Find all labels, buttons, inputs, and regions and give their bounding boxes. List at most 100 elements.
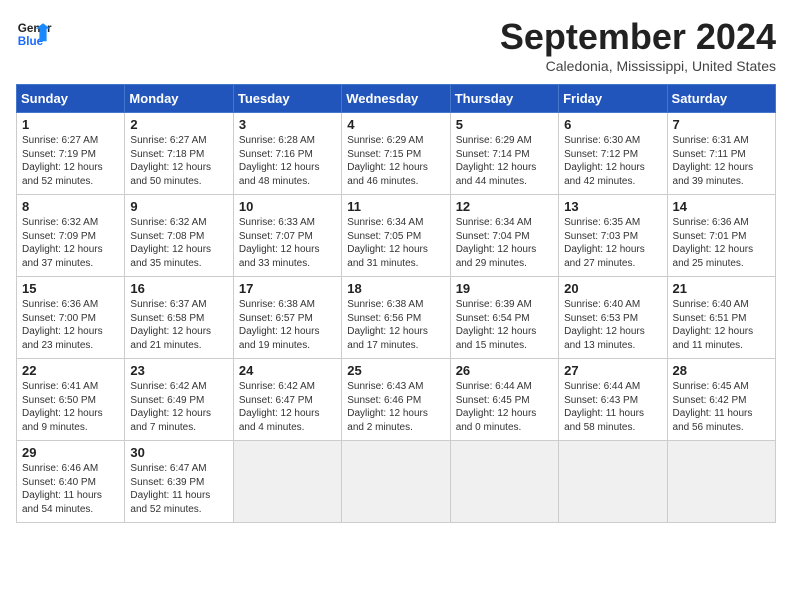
day-number: 2 xyxy=(130,117,227,132)
calendar-cell: 10 Sunrise: 6:33 AM Sunset: 7:07 PM Dayli… xyxy=(233,195,341,277)
calendar-cell: 19 Sunrise: 6:39 AM Sunset: 6:54 PM Dayli… xyxy=(450,277,558,359)
day-info: Sunrise: 6:39 AM Sunset: 6:54 PM Dayligh… xyxy=(456,298,553,352)
day-number: 22 xyxy=(22,363,119,378)
day-info: Sunrise: 6:29 AM Sunset: 7:14 PM Dayligh… xyxy=(456,134,553,188)
calendar-cell: 29 Sunrise: 6:46 AM Sunset: 6:40 PM Dayli… xyxy=(17,441,125,523)
month-title: September 2024 xyxy=(500,16,776,58)
day-info: Sunrise: 6:28 AM Sunset: 7:16 PM Dayligh… xyxy=(239,134,336,188)
day-number: 7 xyxy=(673,117,770,132)
day-info: Sunrise: 6:29 AM Sunset: 7:15 PM Dayligh… xyxy=(347,134,444,188)
weekday-header: Saturday xyxy=(667,85,775,113)
day-info: Sunrise: 6:36 AM Sunset: 7:01 PM Dayligh… xyxy=(673,216,770,270)
day-number: 17 xyxy=(239,281,336,296)
calendar-cell: 3 Sunrise: 6:28 AM Sunset: 7:16 PM Daylig… xyxy=(233,113,341,195)
day-number: 28 xyxy=(673,363,770,378)
weekday-header: Sunday xyxy=(17,85,125,113)
calendar-cell: 21Sunrise: 6:40 AM Sunset: 6:51 PM Dayli… xyxy=(667,277,775,359)
day-number: 23 xyxy=(130,363,227,378)
calendar-cell: 17 Sunrise: 6:38 AM Sunset: 6:57 PM Dayli… xyxy=(233,277,341,359)
svg-text:General: General xyxy=(18,22,52,35)
day-info: Sunrise: 6:33 AM Sunset: 7:07 PM Dayligh… xyxy=(239,216,336,270)
calendar-cell: 18 Sunrise: 6:38 AM Sunset: 6:56 PM Dayli… xyxy=(342,277,450,359)
day-info: Sunrise: 6:42 AM Sunset: 6:47 PM Dayligh… xyxy=(239,380,336,434)
day-info: Sunrise: 6:27 AM Sunset: 7:19 PM Dayligh… xyxy=(22,134,119,188)
day-number: 29 xyxy=(22,445,119,460)
calendar-cell: 6Sunrise: 6:30 AM Sunset: 7:12 PM Daylig… xyxy=(559,113,667,195)
weekday-header-row: SundayMondayTuesdayWednesdayThursdayFrid… xyxy=(17,85,776,113)
day-info: Sunrise: 6:41 AM Sunset: 6:50 PM Dayligh… xyxy=(22,380,119,434)
day-info: Sunrise: 6:45 AM Sunset: 6:42 PM Dayligh… xyxy=(673,380,770,434)
calendar-cell: 9 Sunrise: 6:32 AM Sunset: 7:08 PM Daylig… xyxy=(125,195,233,277)
day-info: Sunrise: 6:34 AM Sunset: 7:04 PM Dayligh… xyxy=(456,216,553,270)
day-number: 12 xyxy=(456,199,553,214)
calendar-cell xyxy=(342,441,450,523)
calendar-cell: 28 Sunrise: 6:45 AM Sunset: 6:42 PM Dayli… xyxy=(667,359,775,441)
weekday-header: Friday xyxy=(559,85,667,113)
calendar-cell: 13 Sunrise: 6:35 AM Sunset: 7:03 PM Dayli… xyxy=(559,195,667,277)
calendar-cell: 4 Sunrise: 6:29 AM Sunset: 7:15 PM Daylig… xyxy=(342,113,450,195)
calendar-cell: 11 Sunrise: 6:34 AM Sunset: 7:05 PM Dayli… xyxy=(342,195,450,277)
calendar-cell xyxy=(450,441,558,523)
calendar-cell: 24 Sunrise: 6:42 AM Sunset: 6:47 PM Dayli… xyxy=(233,359,341,441)
day-info: Sunrise: 6:38 AM Sunset: 6:56 PM Dayligh… xyxy=(347,298,444,352)
calendar-week-row: 1 Sunrise: 6:27 AM Sunset: 7:19 PM Daylig… xyxy=(17,113,776,195)
logo: General Blue xyxy=(16,16,52,52)
page-header: General Blue September 2024 Caledonia, M… xyxy=(16,16,776,74)
day-number: 18 xyxy=(347,281,444,296)
calendar-cell: 12 Sunrise: 6:34 AM Sunset: 7:04 PM Dayli… xyxy=(450,195,558,277)
day-info: Sunrise: 6:31 AM Sunset: 7:11 PM Dayligh… xyxy=(673,134,770,188)
calendar-cell xyxy=(667,441,775,523)
day-number: 9 xyxy=(130,199,227,214)
day-number: 30 xyxy=(130,445,227,460)
calendar-cell: 20 Sunrise: 6:40 AM Sunset: 6:53 PM Dayli… xyxy=(559,277,667,359)
day-number: 20 xyxy=(564,281,661,296)
day-info: Sunrise: 6:37 AM Sunset: 6:58 PM Dayligh… xyxy=(130,298,227,352)
day-number: 16 xyxy=(130,281,227,296)
day-number: 13 xyxy=(564,199,661,214)
day-info: Sunrise: 6:32 AM Sunset: 7:08 PM Dayligh… xyxy=(130,216,227,270)
day-number: 1 xyxy=(22,117,119,132)
calendar-week-row: 29 Sunrise: 6:46 AM Sunset: 6:40 PM Dayli… xyxy=(17,441,776,523)
calendar-cell: 26 Sunrise: 6:44 AM Sunset: 6:45 PM Dayli… xyxy=(450,359,558,441)
day-number: 11 xyxy=(347,199,444,214)
calendar-week-row: 22 Sunrise: 6:41 AM Sunset: 6:50 PM Dayli… xyxy=(17,359,776,441)
day-info: Sunrise: 6:27 AM Sunset: 7:18 PM Dayligh… xyxy=(130,134,227,188)
day-info: Sunrise: 6:38 AM Sunset: 6:57 PM Dayligh… xyxy=(239,298,336,352)
day-number: 25 xyxy=(347,363,444,378)
day-info: Sunrise: 6:34 AM Sunset: 7:05 PM Dayligh… xyxy=(347,216,444,270)
day-info: Sunrise: 6:47 AM Sunset: 6:39 PM Dayligh… xyxy=(130,462,227,516)
day-info: Sunrise: 6:44 AM Sunset: 6:45 PM Dayligh… xyxy=(456,380,553,434)
weekday-header: Thursday xyxy=(450,85,558,113)
calendar-cell: 14 Sunrise: 6:36 AM Sunset: 7:01 PM Dayli… xyxy=(667,195,775,277)
day-info: Sunrise: 6:40 AM Sunset: 6:53 PM Dayligh… xyxy=(564,298,661,352)
calendar-week-row: 8Sunrise: 6:32 AM Sunset: 7:09 PM Daylig… xyxy=(17,195,776,277)
calendar-cell: 22 Sunrise: 6:41 AM Sunset: 6:50 PM Dayli… xyxy=(17,359,125,441)
day-number: 14 xyxy=(673,199,770,214)
calendar-cell: 27Sunrise: 6:44 AM Sunset: 6:43 PM Dayli… xyxy=(559,359,667,441)
title-block: September 2024 Caledonia, Mississippi, U… xyxy=(500,16,776,74)
day-number: 4 xyxy=(347,117,444,132)
calendar-table: SundayMondayTuesdayWednesdayThursdayFrid… xyxy=(16,84,776,523)
day-info: Sunrise: 6:42 AM Sunset: 6:49 PM Dayligh… xyxy=(130,380,227,434)
calendar-cell: 30 Sunrise: 6:47 AM Sunset: 6:39 PM Dayli… xyxy=(125,441,233,523)
calendar-cell: 15Sunrise: 6:36 AM Sunset: 7:00 PM Dayli… xyxy=(17,277,125,359)
calendar-cell: 1 Sunrise: 6:27 AM Sunset: 7:19 PM Daylig… xyxy=(17,113,125,195)
weekday-header: Wednesday xyxy=(342,85,450,113)
calendar-cell xyxy=(559,441,667,523)
day-number: 10 xyxy=(239,199,336,214)
day-info: Sunrise: 6:35 AM Sunset: 7:03 PM Dayligh… xyxy=(564,216,661,270)
day-number: 5 xyxy=(456,117,553,132)
calendar-cell: 8Sunrise: 6:32 AM Sunset: 7:09 PM Daylig… xyxy=(17,195,125,277)
day-info: Sunrise: 6:32 AM Sunset: 7:09 PM Dayligh… xyxy=(22,216,119,270)
day-info: Sunrise: 6:46 AM Sunset: 6:40 PM Dayligh… xyxy=(22,462,119,516)
day-info: Sunrise: 6:36 AM Sunset: 7:00 PM Dayligh… xyxy=(22,298,119,352)
day-info: Sunrise: 6:44 AM Sunset: 6:43 PM Dayligh… xyxy=(564,380,661,434)
day-number: 26 xyxy=(456,363,553,378)
day-number: 3 xyxy=(239,117,336,132)
day-number: 24 xyxy=(239,363,336,378)
weekday-header: Monday xyxy=(125,85,233,113)
day-number: 19 xyxy=(456,281,553,296)
calendar-cell: 7 Sunrise: 6:31 AM Sunset: 7:11 PM Daylig… xyxy=(667,113,775,195)
calendar-cell: 5 Sunrise: 6:29 AM Sunset: 7:14 PM Daylig… xyxy=(450,113,558,195)
weekday-header: Tuesday xyxy=(233,85,341,113)
